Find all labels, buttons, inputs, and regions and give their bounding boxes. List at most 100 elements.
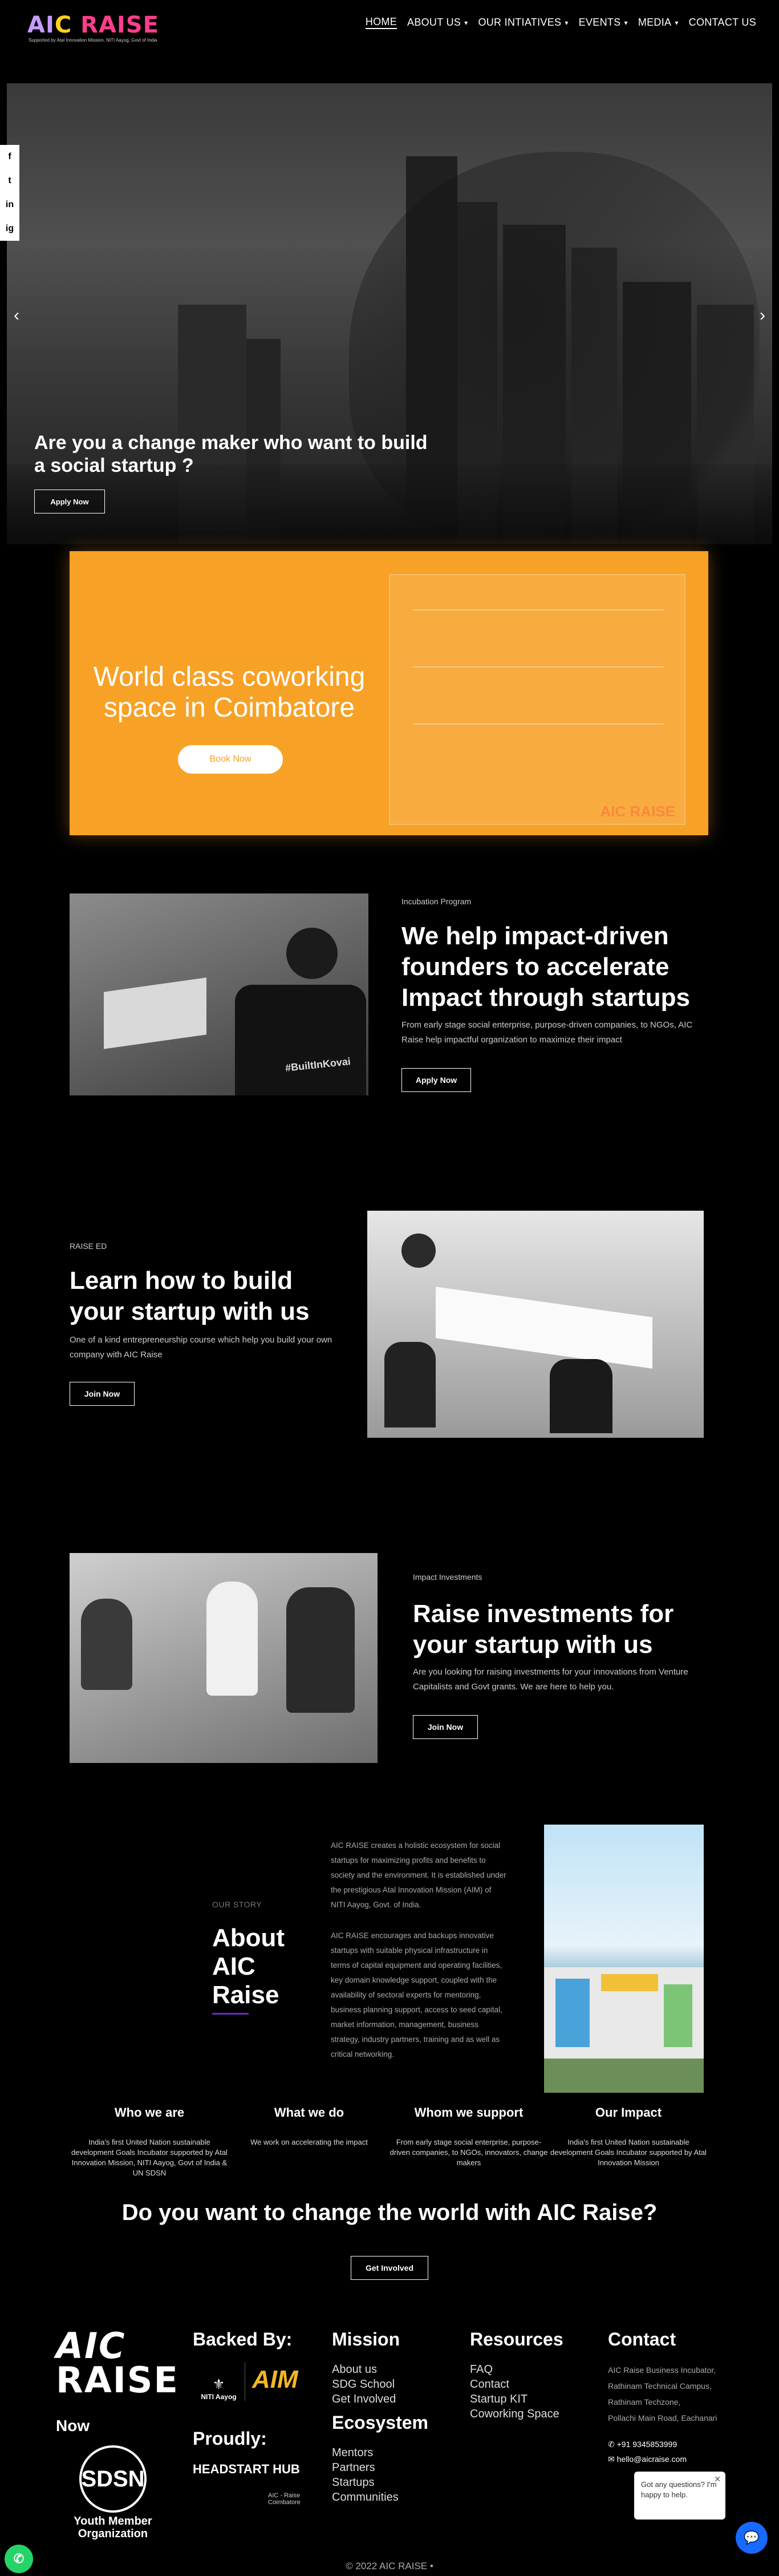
column-text: India's first United Nation sustainable … [550,2138,707,2167]
sdsn-subtitle: Youth Member Organization [74,2515,152,2540]
nav-events[interactable]: EVENTS ▾ [579,16,628,29]
investments-text: Are you looking for raising investments … [413,1667,688,1692]
social-rail: f t in ig [0,145,19,241]
footer-logo-top: AIC [56,2325,126,2367]
hero-apply-button[interactable]: Apply Now [34,490,105,513]
nav-label: MEDIA [638,17,672,28]
footer-link-about[interactable]: About us [332,2362,377,2377]
column-text: India's first United Nation sustainable … [71,2138,228,2177]
logo-raise: RAISE [80,12,159,38]
phone-number: +91 9345853999 [616,2440,677,2449]
cta-title: Do you want to change the world with AIC… [121,2200,658,2225]
person-body [206,1582,258,1696]
prev-arrow-icon[interactable]: ‹ [14,306,19,325]
nav-home[interactable]: HOME [365,16,397,29]
column-text: From early stage social enterprise, purp… [390,2138,548,2167]
nav-label: OUR INTIATIVES [478,17,562,28]
about-building-photo [544,1825,704,2093]
person-body [384,1342,436,1427]
footer-link-mentors[interactable]: Mentors [332,2445,373,2460]
person-head [401,1234,436,1268]
footer-link-get-involved[interactable]: Get Involved [332,2392,396,2407]
footer-link-communities[interactable]: Communities [332,2490,399,2505]
twitter-icon[interactable]: t [0,169,19,193]
address-line: Rathinam Technical Campus, [608,2381,712,2391]
raise-ed-photo [367,1211,704,1438]
facebook-icon[interactable]: f [0,145,19,169]
incubation-apply-button[interactable]: Apply Now [401,1068,471,1092]
mail-icon: ✉ [608,2454,617,2464]
incubation-tag: Incubation Program [401,897,472,906]
sdsn-logo: SDSN [79,2445,147,2513]
about-paragraph-1: AIC RAISE creates a holistic ecosystem f… [331,1841,506,1909]
footer-logo[interactable]: AIC RAISE [56,2325,179,2398]
get-involved-button[interactable]: Get Involved [351,2256,428,2280]
nav-about[interactable]: ABOUT US ▾ [407,16,468,29]
close-icon[interactable]: ✕ [714,2474,721,2484]
about-title: About AIC Raise [212,1924,285,2009]
instagram-icon[interactable]: ig [0,217,19,241]
investments-join-button[interactable]: Join Now [413,1715,478,1739]
person-head [286,928,338,979]
footer-link-coworking[interactable]: Coworking Space [470,2407,559,2421]
next-arrow-icon[interactable]: › [760,306,765,325]
nav-label: ABOUT US [407,17,461,28]
person-body [550,1359,612,1433]
building-panel [664,1984,692,2047]
investments-tag: Impact Investments [413,1572,482,1582]
logo-tagline: Supported by Atal Innovation Mission, NI… [29,38,157,43]
nav-contact[interactable]: CONTACT US [689,16,756,29]
about-accent-bar [212,2013,249,2015]
column-title: Whom we support [414,2105,524,2120]
footer-link-startup-kit[interactable]: Startup KIT [470,2392,528,2407]
email-row[interactable]: ✉ hello@aicraise.com [608,2451,687,2467]
linkedin-icon[interactable]: in [0,193,19,217]
footer-link-startups[interactable]: Startups [332,2475,374,2490]
chevron-down-icon: ▾ [464,18,468,27]
lawn [544,2059,704,2093]
chat-icon: 💬 [744,2530,760,2545]
meeting-table [436,1287,652,1369]
headstart-subtitle: AIC - Raise Coimbatore [268,2492,301,2506]
proudly-heading: Proudly: [193,2428,267,2449]
column-title: Our Impact [595,2105,662,2120]
coworking-building-image: AIC RAISE [389,574,685,825]
hero-title: Are you a change maker who want to build… [34,432,428,476]
address-line: AIC Raise Business Incubator, [608,2365,716,2375]
column-title: What we do [274,2105,344,2120]
our-impact-column: Our Impact India's first United Nation s… [549,2105,708,2168]
footer-link-sdg-school[interactable]: SDG School [332,2377,395,2392]
hero-slider: Are you a change maker who want to build… [7,83,772,544]
incubation-title: We help impact-driven founders to accele… [401,922,691,1012]
footer-link-partners[interactable]: Partners [332,2460,375,2475]
backed-by-heading: Backed By: [193,2329,293,2349]
nav-label: CONTACT US [688,17,756,28]
email-address: hello@aicraise.com [616,2454,687,2464]
site-logo[interactable]: AIC RAISE [27,13,159,38]
footer-link-contact[interactable]: Contact [470,2377,509,2392]
person-body [81,1599,132,1690]
sdsn-badge: SDSN Youth Member Organization [56,2445,170,2540]
nav-media[interactable]: MEDIA ▾ [638,16,679,29]
person-body [235,985,366,1095]
raise-ed-title: Learn how to build your startup with us [70,1267,310,1325]
chat-launcher-button[interactable]: 💬 [736,2522,768,2554]
address-line: Rathinam Techzone, [608,2397,681,2407]
raise-ed-text: One of a kind entrepreneurship course wh… [70,1335,332,1360]
about-paragraph-2: AIC RAISE encourages and backups innovat… [331,1931,502,2059]
our-story-tag: OUR STORY [212,1900,262,1909]
nav-initiatives[interactable]: OUR INTIATIVES ▾ [478,16,568,29]
raise-ed-join-button[interactable]: Join Now [70,1382,135,1406]
person-body [286,1587,355,1713]
mission-heading: Mission [332,2329,400,2349]
phone-row[interactable]: ✆ +91 9345853999 [608,2436,677,2452]
copyright: © 2022 AIC RAISE • [346,2561,433,2571]
footer-link-faq[interactable]: FAQ [470,2362,493,2377]
ecosystem-heading: Ecosystem [332,2412,428,2433]
aim-logo: AIM [252,2365,298,2393]
chat-popup: ✕ Got any questions? I'm happy to help. [634,2472,725,2520]
book-now-button[interactable]: Book Now [178,745,283,774]
building-line [413,723,664,725]
site-header: AIC RAISE Supported by Atal Innovation M… [0,0,779,57]
raise-ed-tag: RAISE ED [70,1242,107,1251]
